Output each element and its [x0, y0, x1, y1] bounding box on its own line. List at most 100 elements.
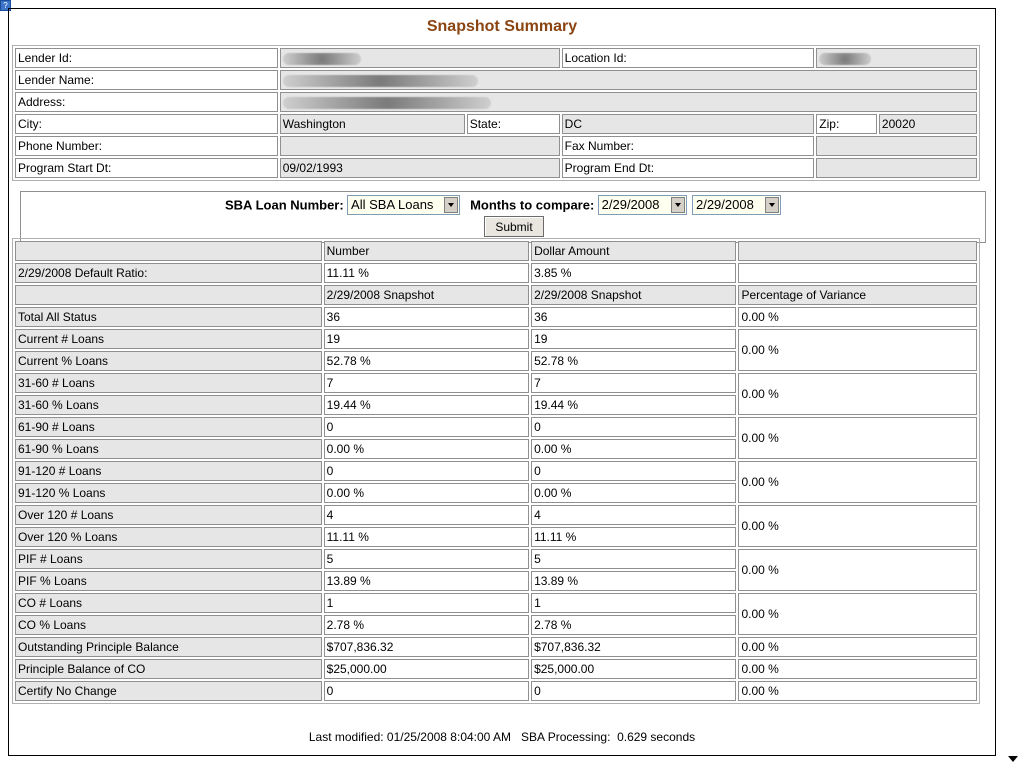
state-label: State: — [466, 114, 560, 134]
variance-value: 0.00 % — [738, 659, 977, 679]
chevron-down-icon[interactable] — [764, 197, 779, 213]
snapshot-summary-table: Number Dollar Amount 2/29/2008 Default R… — [12, 238, 980, 704]
lender-id-label: Lender Id: — [15, 48, 278, 68]
program-start-label: Program Start Dt: — [15, 158, 278, 178]
default-ratio-label: 2/29/2008 Default Ratio: — [15, 263, 322, 283]
redaction-blur — [282, 96, 491, 109]
snapshot-one-value: 52.78 % — [323, 351, 530, 371]
row-label: Current # Loans — [15, 329, 322, 349]
address-label: Address: — [15, 92, 278, 112]
total-all-status-variance: 0.00 % — [738, 307, 977, 327]
variance-value: 0.00 % — [738, 461, 977, 503]
sba-loan-number-label: SBA Loan Number: — [225, 197, 344, 213]
variance-value: 0.00 % — [738, 505, 977, 547]
program-start-value: 09/02/1993 — [279, 158, 560, 178]
location-id-label: Location Id: — [561, 48, 815, 68]
month-one-select[interactable]: 2/29/2008 — [597, 195, 687, 215]
header-blank-cell — [15, 285, 322, 305]
lender-name-label: Lender Name: — [15, 70, 278, 90]
total-all-status-snapshot-one: 36 — [323, 307, 530, 327]
row-label: PIF % Loans — [15, 571, 322, 591]
variance-value: 0.00 % — [738, 637, 977, 657]
snapshot-two-value: 5 — [531, 549, 737, 569]
sba-loan-number-value: All SBA Loans — [351, 197, 434, 212]
zip-value: 20020 — [878, 114, 977, 134]
row-label: 61-90 % Loans — [15, 439, 322, 459]
form-controls-row: SBA Loan Number: All SBA Loans Months to… — [21, 195, 985, 215]
row-label: Current % Loans — [15, 351, 322, 371]
row-label: PIF # Loans — [15, 549, 322, 569]
state-value: DC — [561, 114, 815, 134]
comparison-form: SBA Loan Number: All SBA Loans Months to… — [20, 191, 986, 243]
redaction-blur — [282, 52, 361, 65]
default-ratio-blank — [738, 263, 977, 283]
zip-label: Zip: — [816, 114, 877, 134]
snapshot-one-value: 7 — [323, 373, 530, 393]
row-label: Over 120 # Loans — [15, 505, 322, 525]
row-label: 91-120 % Loans — [15, 483, 322, 503]
snapshot-two-value: 1 — [531, 593, 737, 613]
snapshot-one-value: 1 — [323, 593, 530, 613]
phone-label: Phone Number: — [15, 136, 278, 156]
snapshot-one-value: $707,836.32 — [323, 637, 530, 657]
variance-value: 0.00 % — [738, 329, 977, 371]
snapshot-two-value: 7 — [531, 373, 737, 393]
snapshot-one-value: 0 — [323, 417, 530, 437]
row-label: 61-90 # Loans — [15, 417, 322, 437]
phone-value — [279, 136, 560, 156]
variance-value: 0.00 % — [738, 593, 977, 635]
default-ratio-dollar: 3.85 % — [531, 263, 737, 283]
row-label: CO # Loans — [15, 593, 322, 613]
snapshot-one-value: 4 — [323, 505, 530, 525]
vertical-scrollbar[interactable] — [1002, 0, 1024, 768]
snapshot-two-value: 0 — [531, 681, 737, 701]
fax-label: Fax Number: — [561, 136, 815, 156]
snapshot-two-header: 2/29/2008 Snapshot — [531, 285, 737, 305]
snapshot-one-value: 19.44 % — [323, 395, 530, 415]
default-ratio-number: 11.11 % — [323, 263, 530, 283]
snapshot-one-value: 19 — [323, 329, 530, 349]
page-title: Snapshot Summary — [426, 18, 578, 35]
lender-name-value — [279, 70, 977, 90]
month-two-select[interactable]: 2/29/2008 — [691, 195, 781, 215]
number-header: Number — [323, 241, 530, 261]
snapshot-two-value: 52.78 % — [531, 351, 737, 371]
row-label: Certify No Change — [15, 681, 322, 701]
variance-value: 0.00 % — [738, 373, 977, 415]
snapshot-one-value: 5 — [323, 549, 530, 569]
chevron-down-icon[interactable] — [670, 197, 685, 213]
snapshot-two-value: 19.44 % — [531, 395, 737, 415]
content-frame: Snapshot Summary Lender Id: Location Id:… — [8, 8, 996, 756]
snapshot-two-value: 13.89 % — [531, 571, 737, 591]
chevron-down-icon[interactable] — [444, 197, 459, 213]
variance-header: Percentage of Variance — [738, 285, 977, 305]
snapshot-one-value: 0.00 % — [323, 483, 530, 503]
submit-button[interactable]: Submit — [484, 216, 544, 237]
variance-value: 0.00 % — [738, 417, 977, 459]
scroll-down-arrow-icon[interactable] — [1008, 756, 1018, 762]
snapshot-two-value: 0 — [531, 417, 737, 437]
header-blank-cell — [738, 241, 977, 261]
snapshot-one-value: 0.00 % — [323, 439, 530, 459]
snapshot-two-value: 0 — [531, 461, 737, 481]
snapshot-two-value: 0.00 % — [531, 439, 737, 459]
row-label: Over 120 % Loans — [15, 527, 322, 547]
row-label: Principle Balance of CO — [15, 659, 322, 679]
month-two-value: 2/29/2008 — [695, 197, 754, 212]
snapshot-two-value: 4 — [531, 505, 737, 525]
snapshot-one-value: 11.11 % — [323, 527, 530, 547]
variance-value: 0.00 % — [738, 549, 977, 591]
header-blank-cell — [15, 241, 322, 261]
location-id-value — [816, 48, 977, 68]
total-all-status-label: Total All Status — [15, 307, 322, 327]
snapshot-one-value: 0 — [323, 681, 530, 701]
sba-loan-number-select[interactable]: All SBA Loans — [347, 195, 461, 215]
city-label: City: — [15, 114, 278, 134]
fax-value — [816, 136, 977, 156]
row-label: 31-60 # Loans — [15, 373, 322, 393]
snapshot-two-value: 11.11 % — [531, 527, 737, 547]
variance-value: 0.00 % — [738, 681, 977, 701]
program-end-label: Program End Dt: — [561, 158, 815, 178]
snapshot-one-value: 13.89 % — [323, 571, 530, 591]
program-end-value — [816, 158, 977, 178]
